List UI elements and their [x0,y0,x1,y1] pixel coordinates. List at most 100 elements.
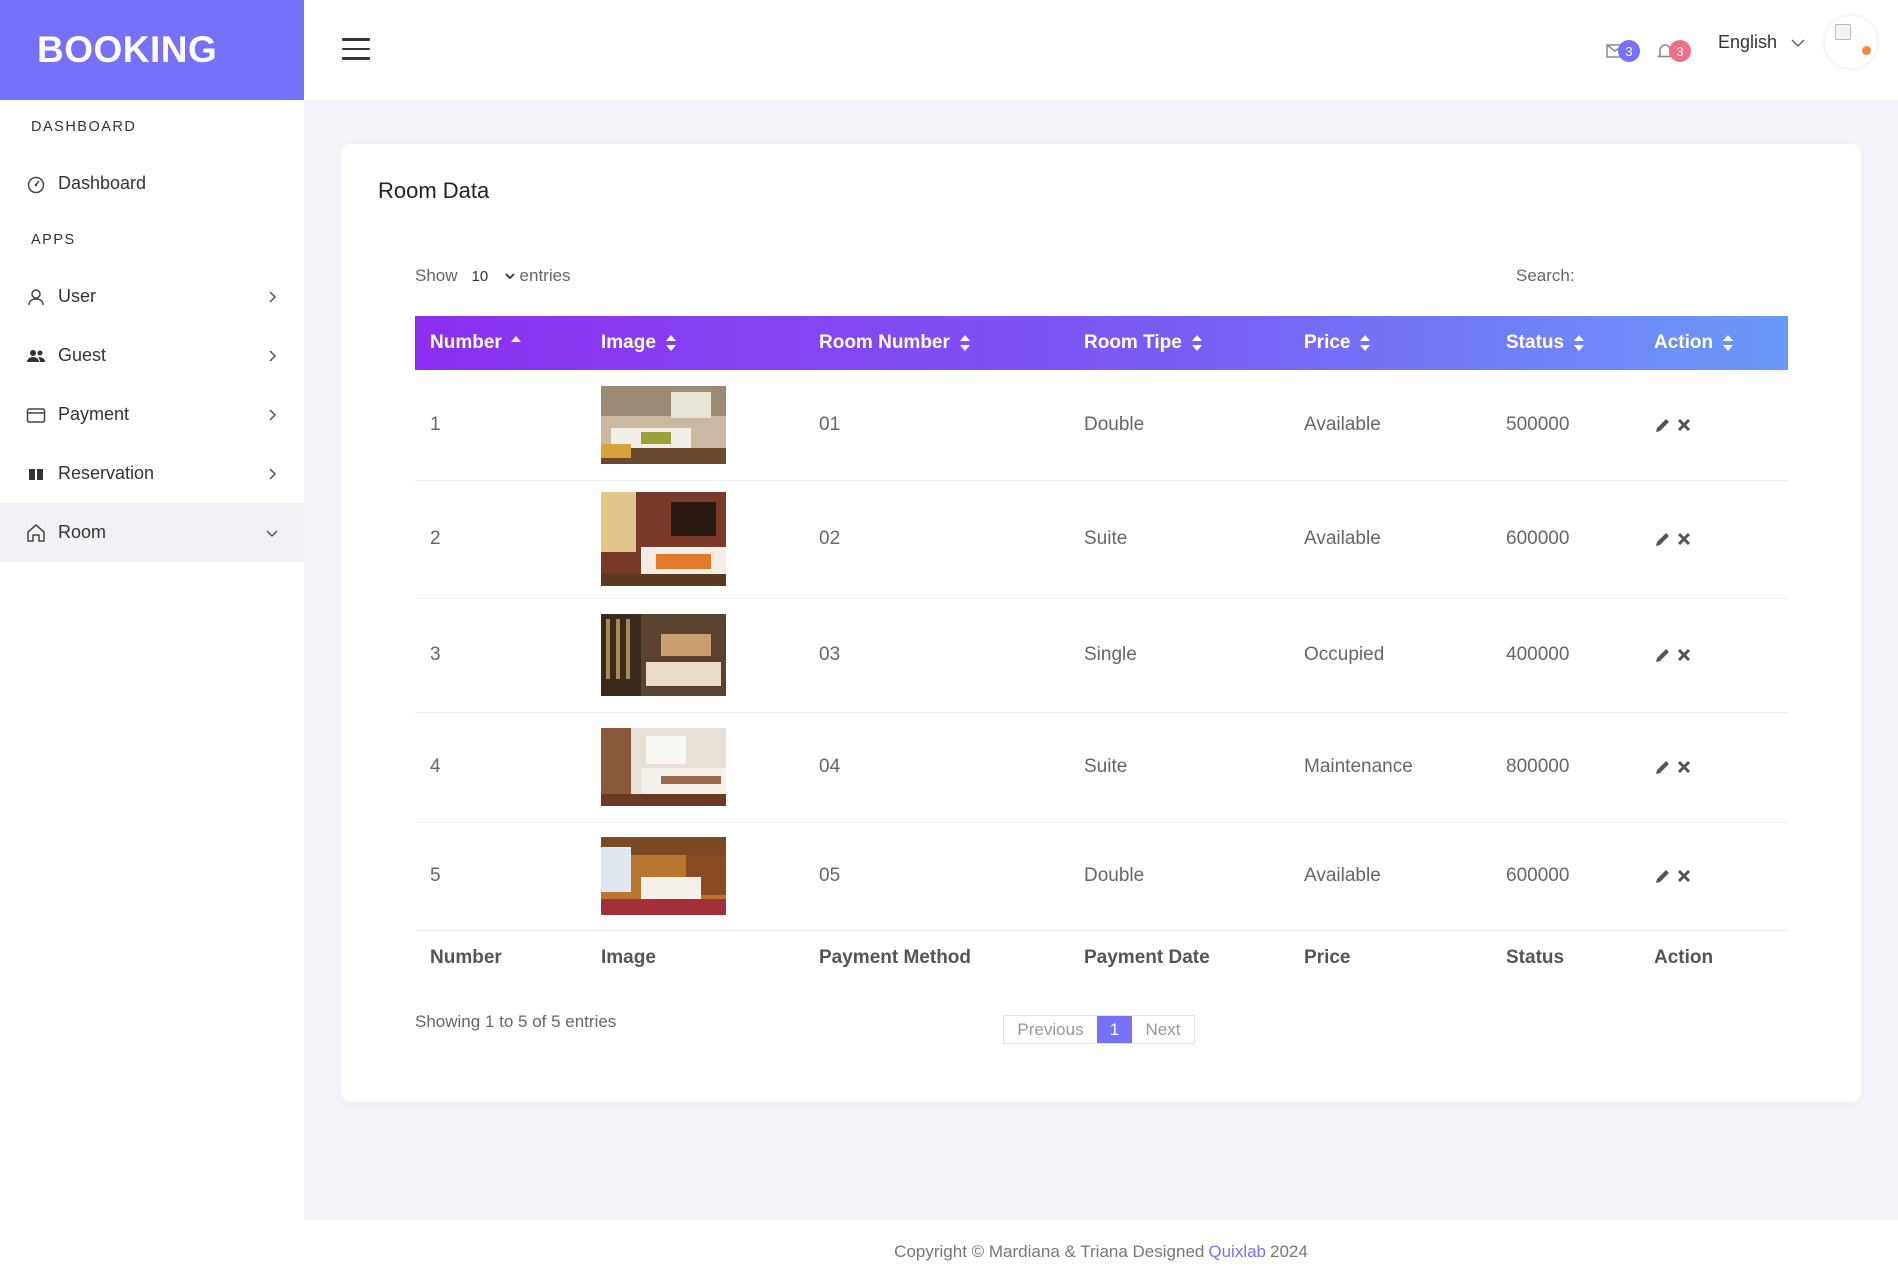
footer-col-price: Price [1304,947,1351,969]
brand-title: BOOKING [37,29,218,70]
cell-action [1639,712,1788,823]
delete-x-icon[interactable] [1676,647,1692,663]
chevron-right-icon [269,467,277,480]
page-title: Room Data [378,178,490,203]
status-dot [1862,46,1871,55]
edit-pencil-icon[interactable] [1654,530,1672,548]
room-photo [601,614,726,696]
delete-x-icon[interactable] [1676,417,1692,433]
wallet-icon [24,403,48,427]
cell-status: 600000 [1491,480,1639,599]
column-header-action[interactable]: Action [1639,316,1788,370]
cell-room-number: 03 [804,598,1069,713]
mail-count-badge: 3 [1618,40,1640,62]
delete-x-icon[interactable] [1676,759,1692,775]
edit-pencil-icon[interactable] [1654,867,1672,885]
cell-image [586,598,804,713]
column-header-image[interactable]: Image [586,316,804,370]
cell-price: Available [1289,480,1491,599]
sidebar-item-dashboard[interactable]: Dashboard [0,154,304,213]
cell-number: 5 [415,822,586,931]
sidebar-item-label: User [58,286,97,306]
sidebar-item-label: Reservation [58,463,155,483]
cell-status: 600000 [1491,822,1639,931]
column-header-room-type[interactable]: Room Tipe [1069,316,1289,370]
delete-x-icon[interactable] [1676,868,1692,884]
table-row: 2 02 Suite Available 600000 [415,480,1788,599]
copyright-year: 2024 [1270,1241,1308,1261]
pagination-next[interactable]: Next [1132,1016,1194,1043]
avatar[interactable] [1825,16,1877,68]
cell-image [586,480,804,599]
cell-action [1639,480,1788,599]
column-header-label: Price [1304,332,1351,353]
broken-image-icon [1835,24,1851,40]
sidebar-item-reservation[interactable]: Reservation [0,444,304,503]
quixlab-link[interactable]: Quixlab [1208,1242,1266,1262]
column-header-price[interactable]: Price [1289,316,1491,370]
column-header-label: Number [430,332,502,353]
edit-pencil-icon[interactable] [1654,758,1672,776]
notification-count-badge: 3 [1669,40,1691,62]
sort-icon [959,334,970,351]
nav-section-dashboard: DASHBOARD [31,119,137,135]
room-photo [601,837,726,915]
footer-col-status: Status [1506,947,1565,969]
cell-price: Maintenance [1289,712,1491,823]
page-footer: Copyright © Mardiana & Triana Designed Q… [304,1220,1898,1283]
column-header-room-number[interactable]: Room Number [804,316,1069,370]
entries-length-control: Show 10 entries [415,266,571,286]
column-header-label: Status [1506,332,1565,353]
cell-room-number: 04 [804,712,1069,823]
brand-logo[interactable]: BOOKING [0,0,304,100]
language-dropdown[interactable]: English [1718,32,1805,53]
search-label: Search: [1516,266,1575,285]
sidebar-item-label: Dashboard [58,173,147,193]
delete-x-icon[interactable] [1676,531,1692,547]
sidebar-item-payment[interactable]: Payment [0,385,304,444]
entries-select[interactable]: 10 [458,268,520,285]
column-header-label: Action [1654,332,1714,353]
cell-image [586,370,804,481]
footer-col-action: Action [1654,947,1714,969]
pagination-previous[interactable]: Previous [1004,1016,1097,1043]
cell-image [586,822,804,931]
column-header-label: Image [601,332,656,353]
people-icon [24,344,48,368]
room-photo [601,492,726,586]
column-header-status[interactable]: Status [1491,316,1639,370]
edit-pencil-icon[interactable] [1654,646,1672,664]
cell-number: 2 [415,480,586,599]
user-icon [24,285,48,309]
room-photo [601,385,726,464]
cell-price: Available [1289,822,1491,931]
cell-action [1639,822,1788,931]
cell-status: 800000 [1491,712,1639,823]
table-row: 4 04 Suite Maintenance 800000 [415,712,1788,823]
footer-col-number: Number [430,947,502,969]
column-header-number[interactable]: Number [415,316,586,370]
cell-number: 4 [415,712,586,823]
cell-price: Available [1289,370,1491,481]
chevron-right-icon [269,408,277,421]
sidebar-item-room[interactable]: Room [0,503,304,562]
chevron-right-icon [269,290,277,303]
chevron-down-icon [266,529,278,537]
show-label: Show [415,266,458,285]
table-header-row: Number Image Room Number Room Tipe Price… [415,316,1788,370]
table-info: Showing 1 to 5 of 5 entries [415,1012,617,1031]
cell-room-number: 01 [804,370,1069,481]
edit-pencil-icon[interactable] [1654,416,1672,434]
sidebar-item-guest[interactable]: Guest [0,326,304,385]
hamburger-menu-icon[interactable] [342,38,370,62]
entries-value: 10 [471,267,489,285]
notification-button[interactable]: 3 [1657,38,1691,66]
cell-room-number: 02 [804,480,1069,599]
pagination-page-1[interactable]: 1 [1097,1016,1132,1043]
sidebar-item-label: Guest [58,345,107,365]
language-label: English [1718,32,1778,52]
mail-button[interactable]: 3 [1606,38,1640,66]
cell-room-type: Suite [1069,712,1289,823]
sidebar-item-user[interactable]: User [0,267,304,326]
search-input[interactable] [1591,256,1751,292]
